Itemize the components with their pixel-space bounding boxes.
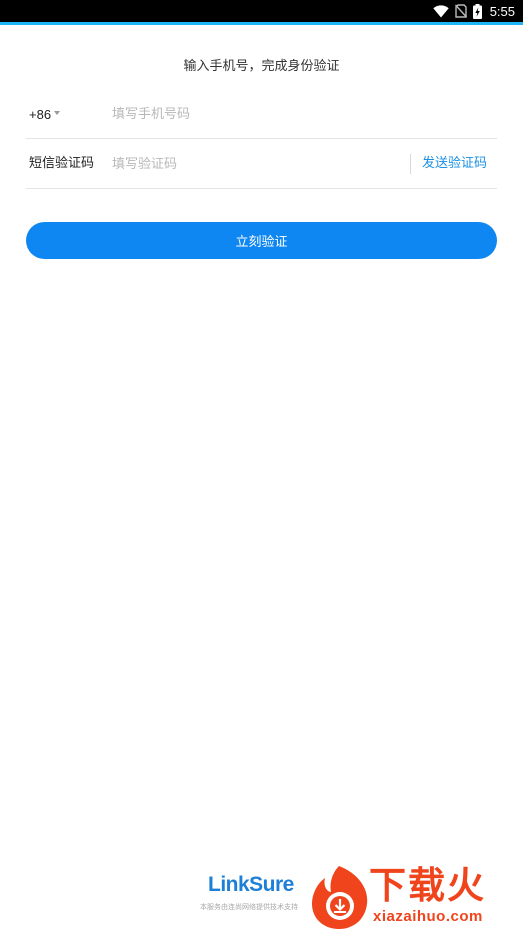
watermark-domain: xiazaihuo.com: [373, 908, 483, 925]
brand-sure-text: Sure: [249, 873, 294, 896]
caret-down-icon: [54, 111, 61, 115]
sms-code-label: 短信验证码: [29, 156, 95, 171]
vertical-divider: [410, 154, 411, 174]
country-code-selector[interactable]: +86: [29, 89, 61, 139]
status-accent-line: [0, 22, 523, 25]
powered-by-note: 本服务由连尚网络提供技术支持: [200, 903, 298, 911]
sms-code-input[interactable]: [112, 139, 402, 189]
no-sim-icon: [454, 4, 467, 18]
battery-charging-icon: [472, 3, 482, 19]
phone-input[interactable]: [112, 89, 492, 139]
linksure-logo: LinkSure: [208, 873, 294, 897]
flame-logo-icon: [312, 866, 368, 929]
send-code-button[interactable]: 发送验证码: [422, 139, 487, 189]
status-bar: 5:55: [0, 0, 523, 22]
watermark: 下载火 xiazaihuo.com: [309, 862, 523, 931]
watermark-title: 下载火: [369, 864, 486, 907]
country-code-label: +86: [29, 106, 52, 122]
status-time: 5:55: [489, 3, 515, 19]
phone-row: +86: [26, 89, 497, 139]
status-icons: 5:55: [432, 2, 515, 20]
sms-code-row: 短信验证码 发送验证码: [26, 139, 497, 189]
verify-now-button[interactable]: 立刻验证: [26, 222, 497, 259]
page-subtitle: 输入手机号，完成身份验证: [183, 59, 340, 74]
wifi-icon: [432, 4, 449, 18]
brand-link-text: Link: [208, 873, 250, 896]
